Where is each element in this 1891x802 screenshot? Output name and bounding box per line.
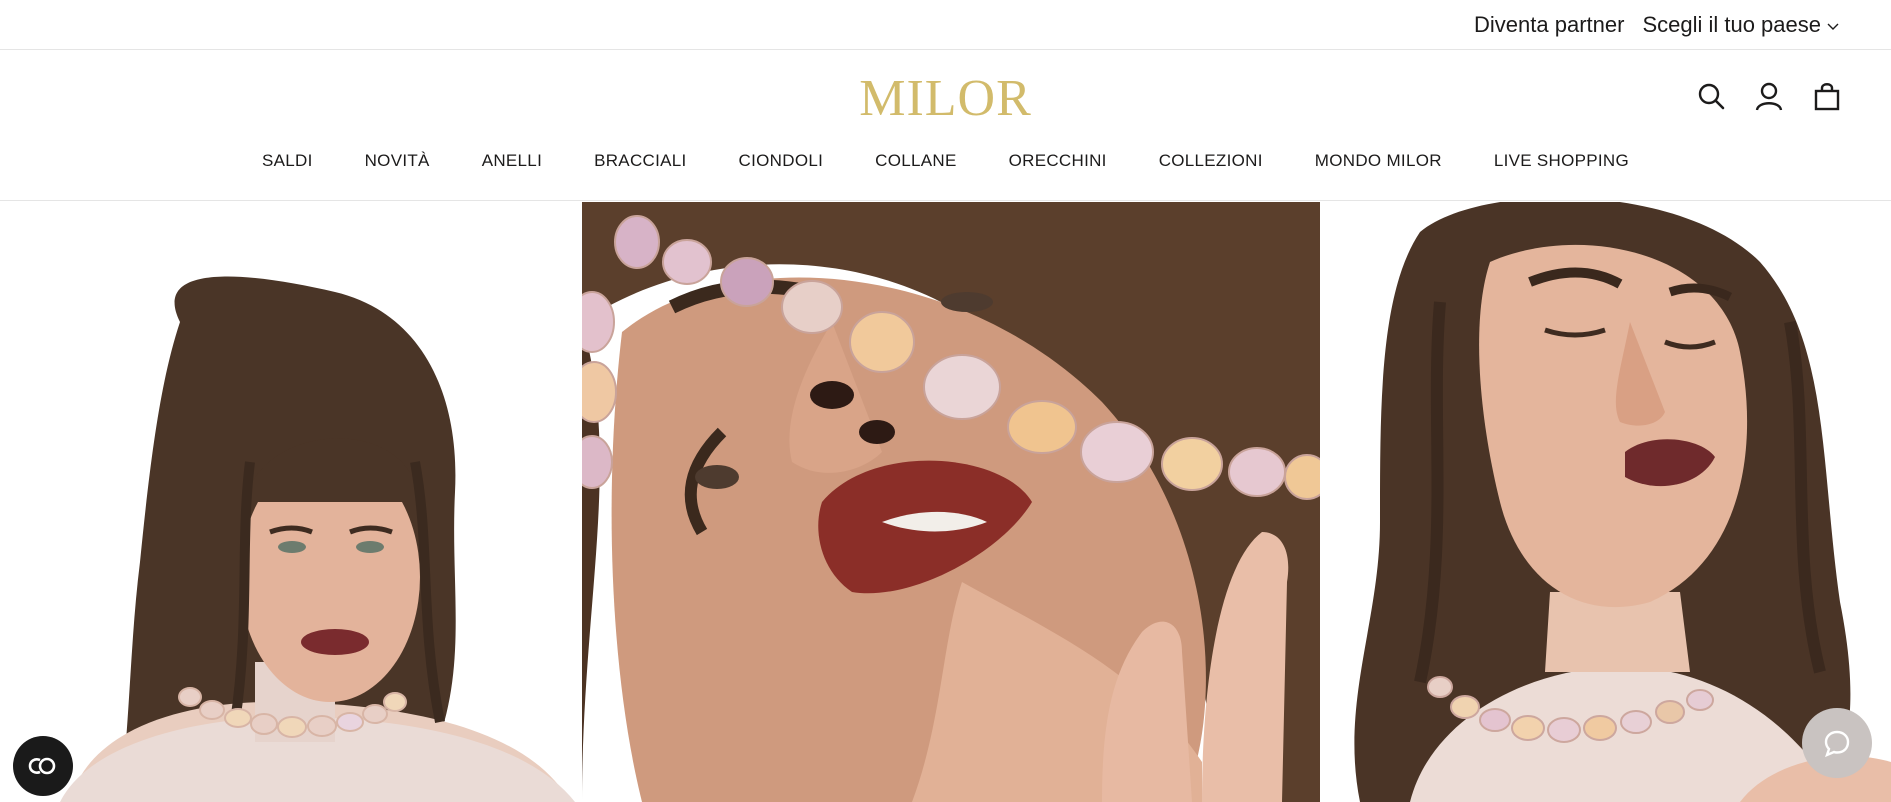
model-closeup-pearls-image	[582, 202, 1320, 802]
nav-item-ciondoli[interactable]: CIONDOLI	[739, 151, 824, 171]
nav-item-live-shopping[interactable]: LIVE SHOPPING	[1494, 151, 1629, 171]
model-front-portrait-image	[0, 202, 582, 802]
header-icons	[1697, 81, 1841, 111]
nav-item-bracciali[interactable]: BRACCIALI	[594, 151, 686, 171]
nav-item-orecchini[interactable]: ORECCHINI	[1009, 151, 1107, 171]
nav-item-saldi[interactable]: SALDI	[262, 151, 313, 171]
accessibility-button[interactable]	[13, 736, 73, 796]
country-selector[interactable]: Scegli il tuo paese	[1642, 12, 1839, 38]
hero-image-front-portrait[interactable]	[0, 202, 582, 802]
nav-item-novita[interactable]: NOVITÀ	[365, 151, 430, 171]
model-side-portrait-image	[1320, 202, 1891, 802]
accessibility-icon	[28, 757, 56, 775]
nav-item-collezioni[interactable]: COLLEZIONI	[1159, 151, 1263, 171]
country-selector-label: Scegli il tuo paese	[1642, 12, 1821, 37]
hero-image-side-portrait[interactable]	[1320, 202, 1891, 802]
cart-icon[interactable]	[1813, 81, 1841, 111]
hero-banner[interactable]	[0, 202, 1891, 802]
main-navigation: SALDI NOVITÀ ANELLI BRACCIALI CIONDOLI C…	[0, 151, 1891, 171]
chat-button[interactable]	[1802, 708, 1872, 778]
nav-item-anelli[interactable]: ANELLI	[482, 151, 542, 171]
hero-image-closeup-pearls[interactable]	[582, 202, 1320, 802]
milor-logo[interactable]: MILOR	[0, 69, 1891, 128]
chat-bubble-icon	[1824, 730, 1850, 758]
top-utility-bar: Diventa partner Scegli il tuo paese	[0, 0, 1891, 50]
become-partner-link[interactable]: Diventa partner	[1474, 12, 1624, 38]
nav-item-mondo-milor[interactable]: MONDO MILOR	[1315, 151, 1442, 171]
nav-item-collane[interactable]: COLLANE	[875, 151, 956, 171]
account-icon[interactable]	[1755, 81, 1783, 111]
chevron-down-icon	[1827, 23, 1839, 30]
site-header: MILOR SALDI NOVITÀ ANELLI BRACCIALI CION…	[0, 51, 1891, 201]
search-icon[interactable]	[1697, 81, 1725, 111]
topbar-links: Diventa partner Scegli il tuo paese	[1474, 12, 1839, 38]
